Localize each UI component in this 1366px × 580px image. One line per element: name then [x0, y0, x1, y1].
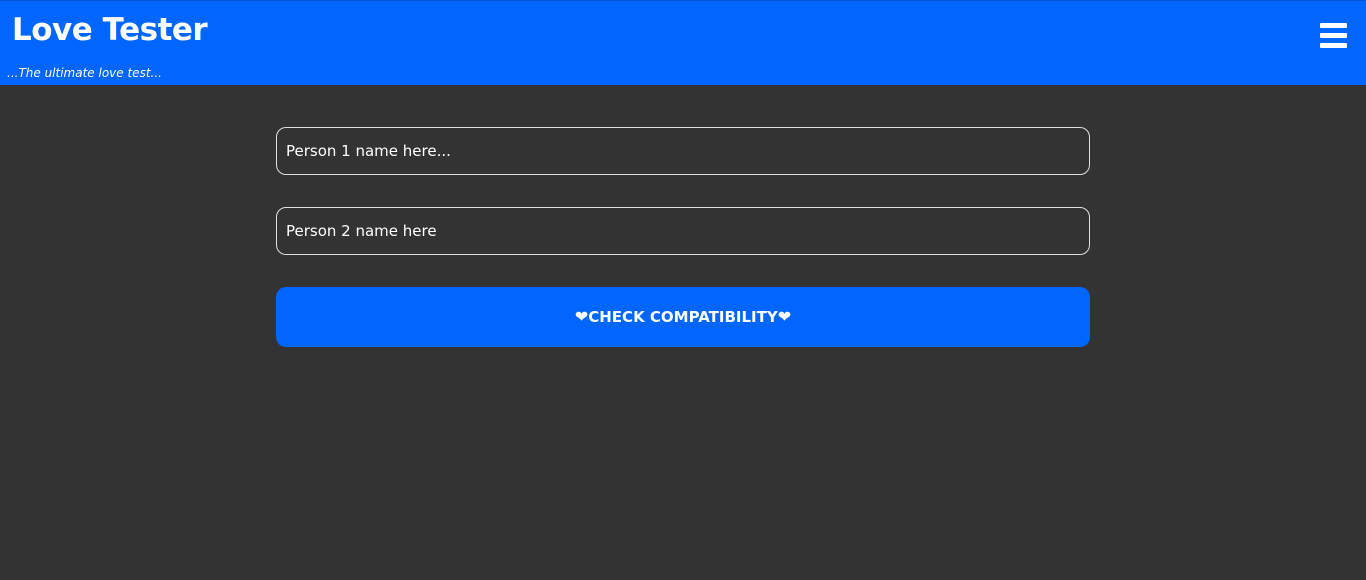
heart-icon: ❤: [574, 307, 589, 326]
menu-bar-top: [1320, 23, 1347, 28]
person2-name-input[interactable]: [276, 207, 1090, 255]
person1-name-input[interactable]: [276, 127, 1090, 175]
app-title: Love Tester: [12, 12, 208, 48]
app-subtitle: ...The ultimate love test...: [7, 66, 162, 80]
app-header: Love Tester ...The ultimate love test...: [0, 0, 1366, 85]
hamburger-menu-icon[interactable]: [1316, 19, 1350, 53]
check-compatibility-button[interactable]: ❤ CHECK COMPATIBILITY ❤: [276, 287, 1090, 347]
heart-icon: ❤: [777, 307, 792, 326]
check-compatibility-label: CHECK COMPATIBILITY: [588, 308, 778, 326]
menu-bar-bottom: [1320, 43, 1347, 48]
menu-bar-middle: [1320, 33, 1347, 38]
